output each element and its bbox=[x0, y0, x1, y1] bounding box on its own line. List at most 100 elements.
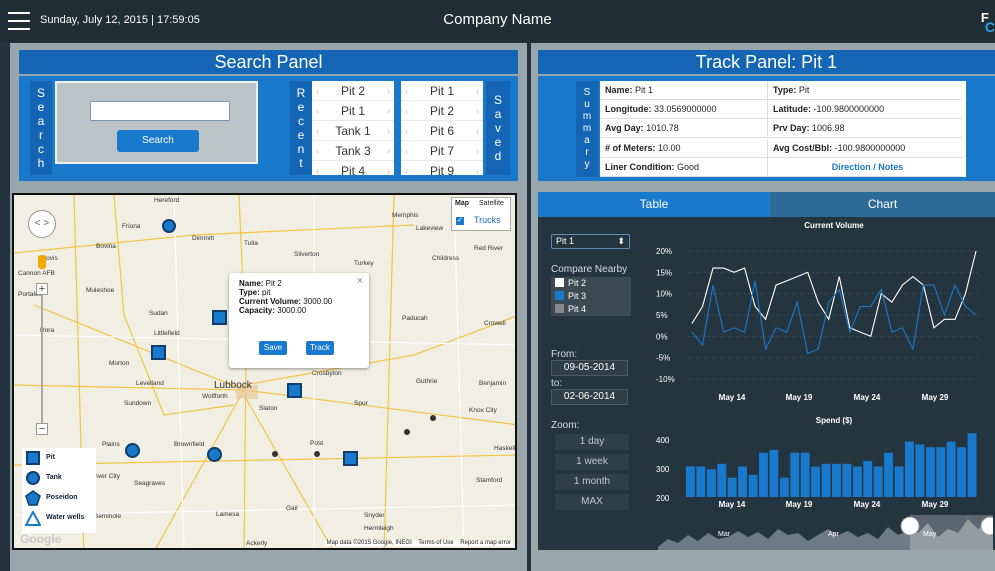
nearby-item[interactable]: Pit 3 bbox=[551, 290, 631, 303]
spend-bar bbox=[717, 463, 727, 497]
search-button[interactable]: Search bbox=[117, 130, 199, 152]
saved-item[interactable]: ‹ Pit 7 › bbox=[401, 141, 483, 161]
city-label: Stamford bbox=[476, 477, 503, 484]
city-label: Benjamin bbox=[479, 380, 507, 387]
side-letter: e bbox=[37, 100, 45, 114]
search-input[interactable] bbox=[90, 101, 230, 121]
from-date-input[interactable]: 09-05-2014 bbox=[551, 360, 628, 376]
pit-marker[interactable] bbox=[212, 310, 227, 325]
recent-item[interactable]: ‹ Pit 2 › bbox=[312, 81, 394, 101]
spend-bar bbox=[957, 447, 966, 497]
truck-marker[interactable] bbox=[404, 429, 410, 435]
map-legend: Pit Tank Poseidon Water wells bbox=[22, 448, 96, 533]
saved-item[interactable]: ‹ Pit 1 › bbox=[401, 81, 483, 101]
side-letter: a bbox=[37, 114, 45, 128]
navigator-handle-left[interactable] bbox=[900, 516, 920, 536]
recent-item[interactable]: ‹ Pit 1 › bbox=[312, 101, 394, 121]
popup-save-button[interactable]: Save bbox=[259, 341, 287, 355]
popup-capacity: 3000.00 bbox=[275, 306, 307, 315]
recent-side-label: Recent bbox=[290, 81, 312, 175]
summary-cell: Latitude: -100.9800000000 bbox=[768, 100, 962, 120]
spend-bar bbox=[905, 441, 914, 497]
nearby-item[interactable]: Pit 4 bbox=[551, 303, 631, 316]
city-label: Lakeview bbox=[416, 225, 444, 232]
y-tick-label: 10% bbox=[656, 290, 672, 299]
popup-name-key: Name: bbox=[239, 279, 264, 288]
zoom-1-day[interactable]: 1 day bbox=[555, 434, 629, 450]
trucks-checkbox[interactable]: ✓ bbox=[456, 217, 464, 225]
city-label: Wolfforth bbox=[202, 393, 228, 400]
side-letter: r bbox=[585, 147, 589, 158]
summary-cell: Liner Condition: Good bbox=[600, 157, 768, 177]
x-tick-label: May 14 bbox=[719, 393, 746, 402]
top-bar: Sunday, July 12, 2015 | 17:59:05 Company… bbox=[0, 0, 995, 42]
spend-bar bbox=[884, 452, 893, 497]
pit-marker[interactable] bbox=[343, 451, 358, 466]
tab-table[interactable]: Table bbox=[538, 192, 770, 217]
tab-chart[interactable]: Chart bbox=[770, 192, 995, 217]
search-panel-title: Search Panel bbox=[19, 50, 518, 74]
series-line-1 bbox=[691, 280, 977, 355]
city-label: Childress bbox=[432, 255, 460, 262]
side-letter: S bbox=[583, 87, 591, 98]
zoom-slider[interactable] bbox=[41, 295, 43, 423]
company-name: Company Name bbox=[443, 11, 552, 28]
truck-marker[interactable] bbox=[430, 415, 436, 421]
pit-marker[interactable] bbox=[151, 345, 166, 360]
popup-track-button[interactable]: Track bbox=[306, 341, 334, 355]
recent-item[interactable]: ‹ Tank 1 › bbox=[312, 121, 394, 141]
city-label: Red River bbox=[474, 245, 503, 252]
spend-bar bbox=[852, 466, 862, 497]
saved-item[interactable]: ‹ Pit 2 › bbox=[401, 101, 483, 121]
pit-select[interactable]: Pit 1 ⬍ bbox=[551, 234, 630, 249]
recent-item[interactable]: ‹ Tank 3 › bbox=[312, 141, 394, 161]
spend-bar bbox=[706, 469, 716, 497]
y-tick-label: 0% bbox=[656, 332, 668, 341]
city-label: Memphis bbox=[392, 212, 419, 219]
side-letter: n bbox=[297, 142, 305, 156]
saved-side-label: Saved bbox=[486, 81, 510, 175]
popup-close-icon[interactable]: × bbox=[357, 275, 363, 287]
search-box-area: Search bbox=[55, 81, 258, 164]
pit-marker[interactable] bbox=[287, 383, 302, 398]
spend-bar bbox=[967, 433, 977, 497]
spend-bar bbox=[894, 466, 904, 497]
zoom-max[interactable]: MAX bbox=[555, 494, 629, 510]
recent-item[interactable]: ‹ Pit 4 › bbox=[312, 161, 394, 175]
zoom-out-button[interactable]: − bbox=[36, 423, 48, 435]
zoom-1-week[interactable]: 1 week bbox=[555, 454, 629, 470]
city-label: Lubbock bbox=[214, 380, 252, 391]
map-type-map[interactable]: Map bbox=[455, 200, 469, 207]
direction-notes-link[interactable]: Direction / Notes bbox=[768, 158, 962, 177]
zoom-in-button[interactable]: + bbox=[36, 283, 48, 295]
map-view[interactable]: Hereford Friona Dimmitt Tulia Silverton Memph… bbox=[12, 193, 517, 550]
spend-bar bbox=[790, 452, 800, 497]
tank-marker[interactable] bbox=[125, 443, 140, 458]
city-label: Hereford bbox=[154, 197, 180, 204]
nearby-item[interactable]: Pit 2 bbox=[551, 277, 631, 290]
data-panel: Table Chart Pit 1 ⬍ Compare Nearby Pit 2P… bbox=[538, 192, 995, 550]
pegman-icon[interactable] bbox=[38, 255, 46, 269]
saved-item[interactable]: ‹ Pit 6 › bbox=[401, 121, 483, 141]
city-label: Silverton bbox=[294, 251, 320, 258]
zoom-label: Zoom: bbox=[551, 420, 580, 431]
to-date-input[interactable]: 02-06-2014 bbox=[551, 389, 628, 405]
truck-marker[interactable] bbox=[314, 451, 320, 457]
truck-marker[interactable] bbox=[272, 451, 278, 457]
side-letter: S bbox=[493, 93, 502, 107]
map-type-satellite[interactable]: Satellite bbox=[479, 200, 504, 207]
x-tick-label: May 14 bbox=[719, 500, 746, 509]
city-label: Hermleigh bbox=[364, 525, 394, 532]
zoom-1-month[interactable]: 1 month bbox=[555, 474, 629, 490]
tank-marker[interactable] bbox=[162, 219, 176, 233]
search-side-label: Search bbox=[30, 81, 52, 175]
saved-item[interactable]: ‹ Pit 9 › bbox=[401, 161, 483, 175]
tank-marker[interactable] bbox=[207, 447, 222, 462]
side-letter: a bbox=[494, 107, 502, 121]
city-label: Littlefield bbox=[154, 330, 180, 337]
city-label: Plains bbox=[102, 441, 120, 448]
spend-bar bbox=[873, 466, 883, 497]
track-panel: Summary Name: Pit 1 Type: Pit Longitude: 3… bbox=[538, 76, 995, 181]
pan-control[interactable]: < > bbox=[28, 210, 56, 238]
city-label: Spur bbox=[354, 400, 368, 407]
